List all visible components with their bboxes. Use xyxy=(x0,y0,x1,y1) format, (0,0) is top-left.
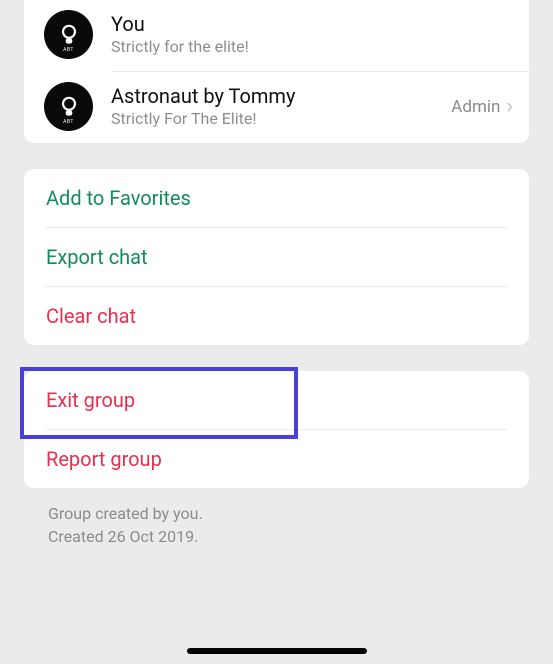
participant-role-badge: Admin xyxy=(451,97,500,117)
participant-row-member[interactable]: ABT Astronaut by Tommy Strictly For The … xyxy=(24,72,529,143)
avatar-label: ABT xyxy=(63,47,74,53)
participant-status: Strictly For The Elite! xyxy=(111,109,451,128)
participant-name: You xyxy=(111,12,513,36)
home-indicator[interactable] xyxy=(187,648,367,654)
add-to-favorites-button[interactable]: Add to Favorites xyxy=(24,169,529,227)
actions-card: Add to Favorites Export chat Clear chat xyxy=(24,169,529,345)
chevron-right-icon: › xyxy=(506,94,513,119)
report-group-button[interactable]: Report group xyxy=(24,430,529,488)
astronaut-icon xyxy=(56,94,82,120)
meta-created-by: Group created by you. xyxy=(48,502,505,525)
participants-card: ABT You Strictly for the elite! ABT Astr… xyxy=(24,0,529,143)
export-chat-button[interactable]: Export chat xyxy=(24,228,529,286)
participant-name: Astronaut by Tommy xyxy=(111,84,451,108)
participant-info: You Strictly for the elite! xyxy=(111,12,513,56)
danger-card: Exit group Report group xyxy=(24,371,529,488)
avatar: ABT xyxy=(44,82,93,131)
avatar: ABT xyxy=(44,10,93,59)
avatar-label: ABT xyxy=(63,119,74,125)
participant-info: Astronaut by Tommy Strictly For The Elit… xyxy=(111,84,451,128)
group-meta: Group created by you. Created 26 Oct 201… xyxy=(48,502,505,548)
participant-row-self[interactable]: ABT You Strictly for the elite! xyxy=(24,0,529,71)
astronaut-icon xyxy=(56,22,82,48)
exit-group-button[interactable]: Exit group xyxy=(24,371,529,429)
participant-status: Strictly for the elite! xyxy=(111,37,513,56)
clear-chat-button[interactable]: Clear chat xyxy=(24,287,529,345)
meta-created-date: Created 26 Oct 2019. xyxy=(48,525,505,548)
